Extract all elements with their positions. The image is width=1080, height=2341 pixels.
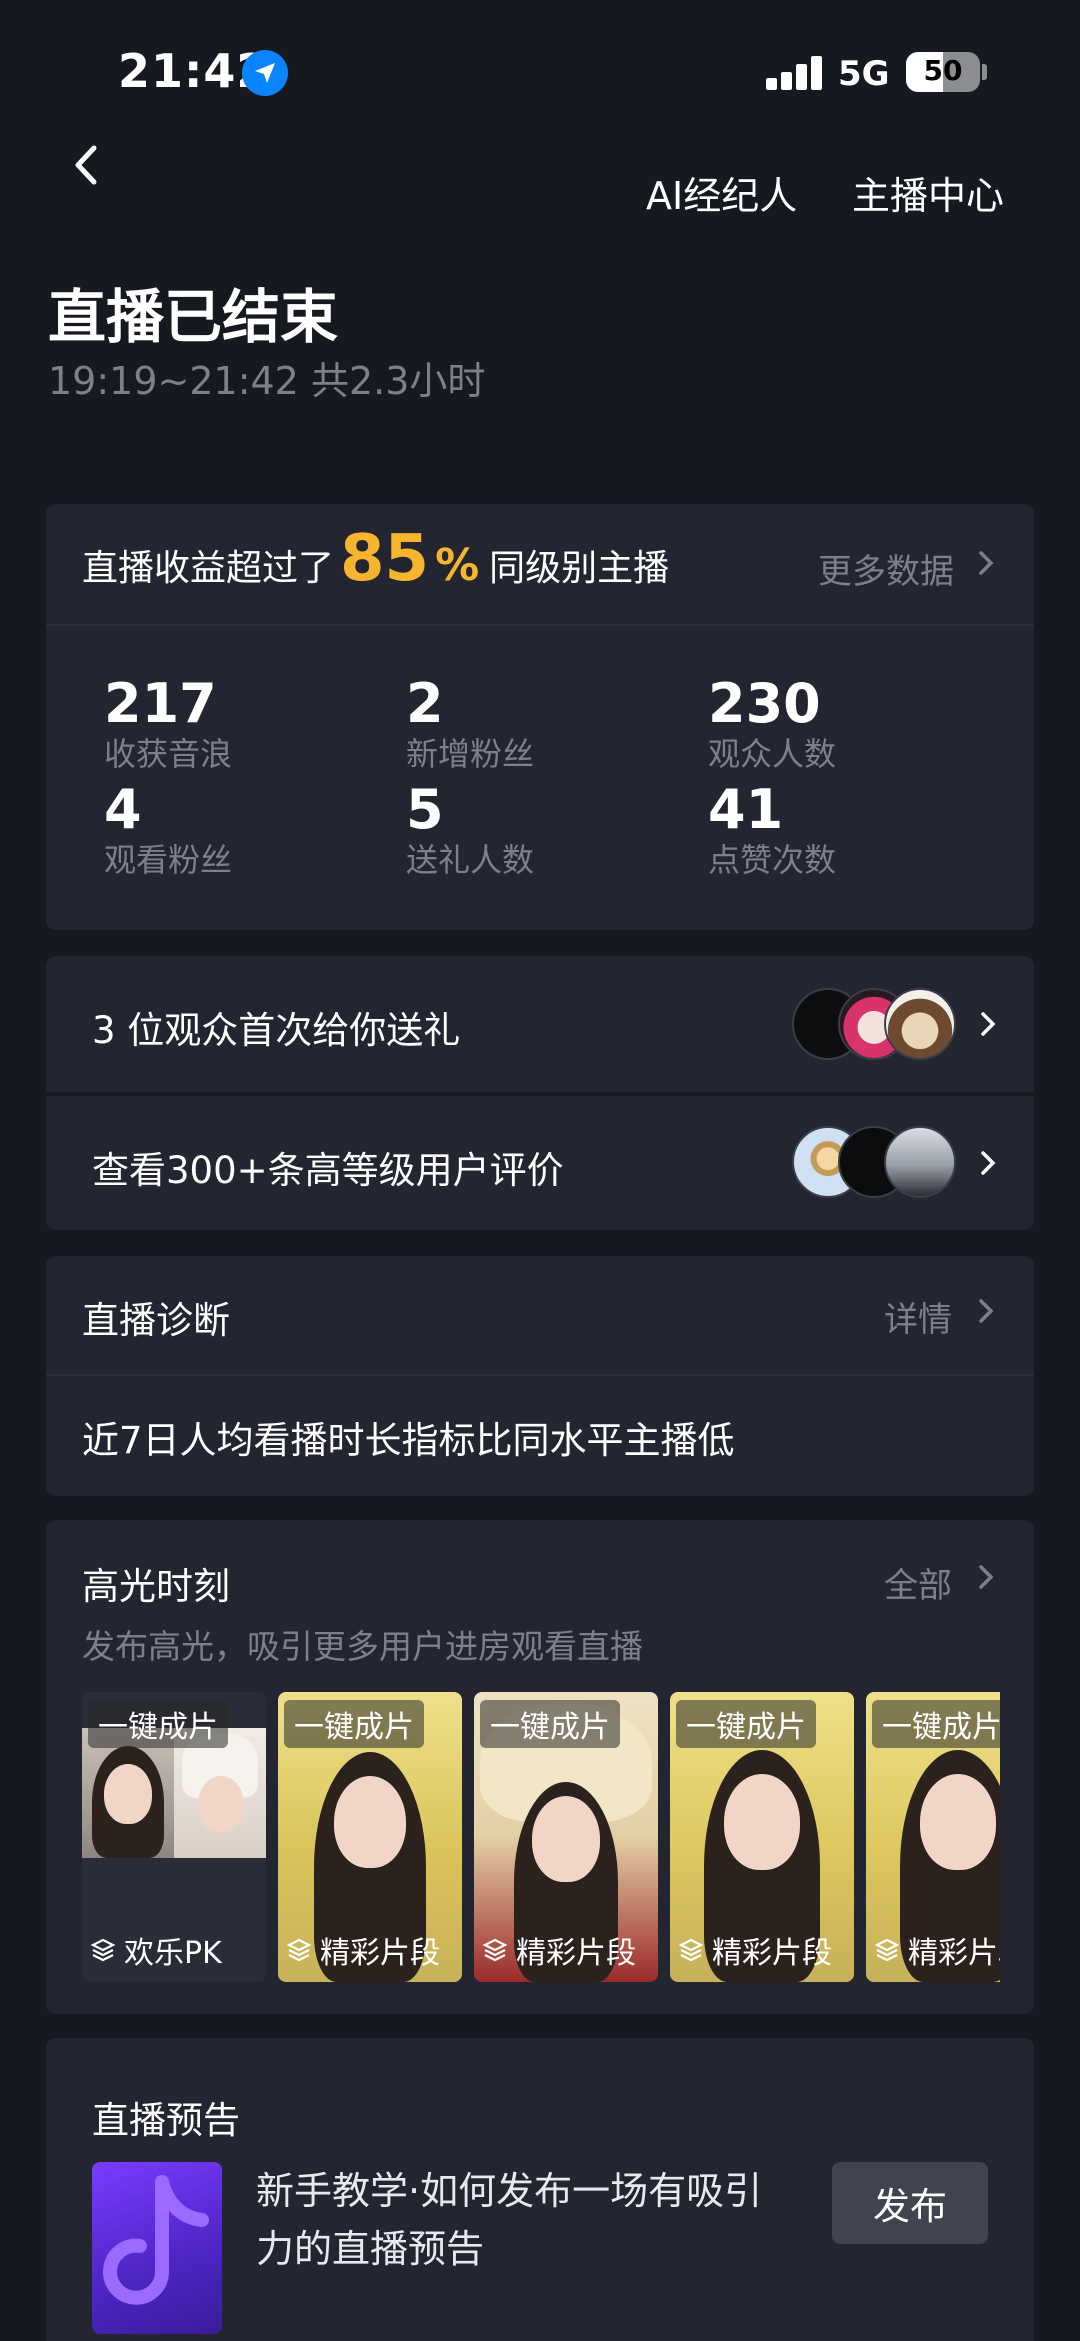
layers-icon	[874, 1938, 900, 1962]
face	[198, 1776, 244, 1832]
earnings-summary: 直播收益超过了 85 % 同级别主播	[82, 522, 669, 596]
stat-income: 217 收获音浪	[104, 674, 384, 774]
highlights-subtitle: 发布高光，吸引更多用户进房观看直播	[82, 1627, 643, 1666]
one-click-badge: 一键成片	[480, 1700, 620, 1748]
stat-value: 5	[406, 778, 444, 841]
earnings-percent-value: 85	[340, 522, 430, 596]
ai-agent-link[interactable]: AI经纪人	[646, 165, 797, 220]
diagnosis-card: 直播诊断 详情 近7日人均看播时长指标比同水平主播低	[46, 1256, 1034, 1496]
layers-icon	[482, 1938, 508, 1962]
clip-caption-text: 精彩片段	[320, 1936, 440, 1971]
clip-caption: 精彩片段	[874, 1928, 1000, 1972]
stat-label: 点赞次数	[708, 841, 837, 879]
earnings-suffix: 同级别主播	[489, 548, 670, 589]
stat-value: 230	[708, 672, 821, 735]
clip-caption: 精彩片段	[286, 1928, 440, 1972]
face	[920, 1774, 996, 1870]
diagnosis-title: 直播诊断	[82, 1299, 230, 1342]
tutorial-thumbnail[interactable]	[92, 2162, 222, 2334]
face	[334, 1776, 406, 1868]
diagnosis-message: 近7日人均看播时长指标比同水平主播低	[82, 1419, 735, 1462]
clip-caption-text: 精彩片段	[712, 1936, 832, 1971]
highlight-clip[interactable]: 一键成片 精彩片段	[866, 1692, 1000, 1982]
battery-icon: 50	[906, 52, 980, 92]
back-chevron-icon[interactable]	[66, 140, 106, 190]
layers-icon	[286, 1938, 312, 1962]
stat-new-fans: 2 新增粉丝	[406, 674, 686, 774]
reviews-row[interactable]: 查看300+条高等级用户评价	[46, 1096, 1034, 1230]
more-data-link[interactable]: 更多数据	[818, 544, 954, 593]
chevron-right-icon	[978, 1009, 998, 1039]
stat-watching-fans: 4 观看粉丝	[104, 780, 384, 880]
live-preview-card: 直播预告 新手教学·如何发布一场有吸引力的直播预告 发布	[46, 2038, 1034, 2341]
stat-label: 新增粉丝	[406, 735, 535, 773]
one-click-badge: 一键成片	[872, 1700, 1000, 1748]
one-click-badge: 一键成片	[88, 1700, 228, 1748]
highlight-clip[interactable]: 一键成片 精彩片段	[670, 1692, 854, 1982]
session-duration: 19:19~21:42 共2.3小时	[48, 359, 486, 403]
first-gift-row[interactable]: 3 位观众首次给你送礼	[46, 956, 1034, 1092]
tiktok-logo-icon	[103, 2175, 209, 2305]
chevron-right-icon	[978, 1148, 998, 1178]
highlight-clip-pk[interactable]: 一键成片 欢乐PK	[82, 1692, 266, 1982]
avatar	[884, 988, 956, 1060]
divider	[46, 1374, 1034, 1376]
details-chevron-icon[interactable]	[976, 1296, 996, 1326]
face	[104, 1764, 152, 1824]
stat-label: 观看粉丝	[104, 841, 233, 879]
clip-caption: 精彩片段	[482, 1928, 636, 1972]
divider	[46, 624, 1034, 626]
earnings-prefix: 直播收益超过了	[82, 548, 335, 589]
reviewer-avatars	[792, 1126, 956, 1198]
stat-value: 2	[406, 672, 444, 735]
stat-value: 41	[708, 778, 784, 841]
clip-caption-text: 精彩片段	[516, 1936, 636, 1971]
highlights-title: 高光时刻	[82, 1565, 230, 1608]
reviews-text: 查看300+条高等级用户评价	[92, 1149, 564, 1192]
diagnosis-details-link[interactable]: 详情	[884, 1292, 952, 1341]
face	[532, 1796, 600, 1882]
highlight-thumbnails: 一键成片 欢乐PK 一键成片 精彩片段 一键成片 精彩片段 一键成片 精彩片段 …	[82, 1692, 1000, 1982]
battery-level: 50	[923, 54, 963, 87]
one-click-badge: 一键成片	[676, 1700, 816, 1748]
earnings-card: 直播收益超过了 85 % 同级别主播 更多数据 217 收获音浪 2 新增粉丝 …	[46, 504, 1034, 930]
stat-gifters: 5 送礼人数	[406, 780, 686, 880]
battery-cap	[982, 64, 987, 80]
stat-label: 收获音浪	[104, 735, 233, 773]
avatar	[884, 1126, 956, 1198]
highlights-all-link[interactable]: 全部	[884, 1558, 952, 1607]
earnings-percent-sign: %	[435, 540, 480, 591]
location-arrow-icon	[242, 50, 288, 96]
highlight-clip[interactable]: 一键成片 精彩片段	[474, 1692, 658, 1982]
clip-caption-text: 欢乐PK	[124, 1936, 222, 1971]
stat-label: 送礼人数	[406, 841, 535, 879]
stat-value: 217	[104, 672, 217, 735]
layers-icon	[90, 1938, 116, 1962]
layers-icon	[678, 1938, 704, 1962]
streamer-center-link[interactable]: 主播中心	[852, 165, 1004, 220]
highlight-clip[interactable]: 一键成片 精彩片段	[278, 1692, 462, 1982]
signal-bars-icon	[766, 56, 822, 90]
clip-caption: 精彩片段	[678, 1928, 832, 1972]
more-data-chevron-icon[interactable]	[976, 548, 996, 578]
stat-label: 观众人数	[708, 735, 837, 773]
stat-value: 4	[104, 778, 142, 841]
clip-caption-text: 精彩片段	[908, 1936, 1000, 1971]
stat-viewers: 230 观众人数	[708, 674, 988, 774]
first-gift-text: 3 位观众首次给你送礼	[92, 1009, 461, 1052]
highlights-card: 高光时刻 全部 发布高光，吸引更多用户进房观看直播 一键成片 欢乐PK 一键成片…	[46, 1520, 1034, 2014]
page-title: 直播已结束	[48, 283, 339, 351]
publish-button[interactable]: 发布	[832, 2162, 988, 2244]
tutorial-description[interactable]: 新手教学·如何发布一场有吸引力的直播预告	[256, 2162, 796, 2278]
one-click-badge: 一键成片	[284, 1700, 424, 1748]
stat-likes: 41 点赞次数	[708, 780, 988, 880]
live-preview-title: 直播预告	[92, 2099, 240, 2142]
face	[724, 1774, 800, 1870]
clip-caption: 欢乐PK	[90, 1928, 222, 1972]
network-type: 5G	[838, 54, 890, 94]
status-bar: 21:42 5G 50	[0, 0, 1080, 150]
all-chevron-icon[interactable]	[976, 1562, 996, 1592]
gifter-avatars	[792, 988, 956, 1060]
